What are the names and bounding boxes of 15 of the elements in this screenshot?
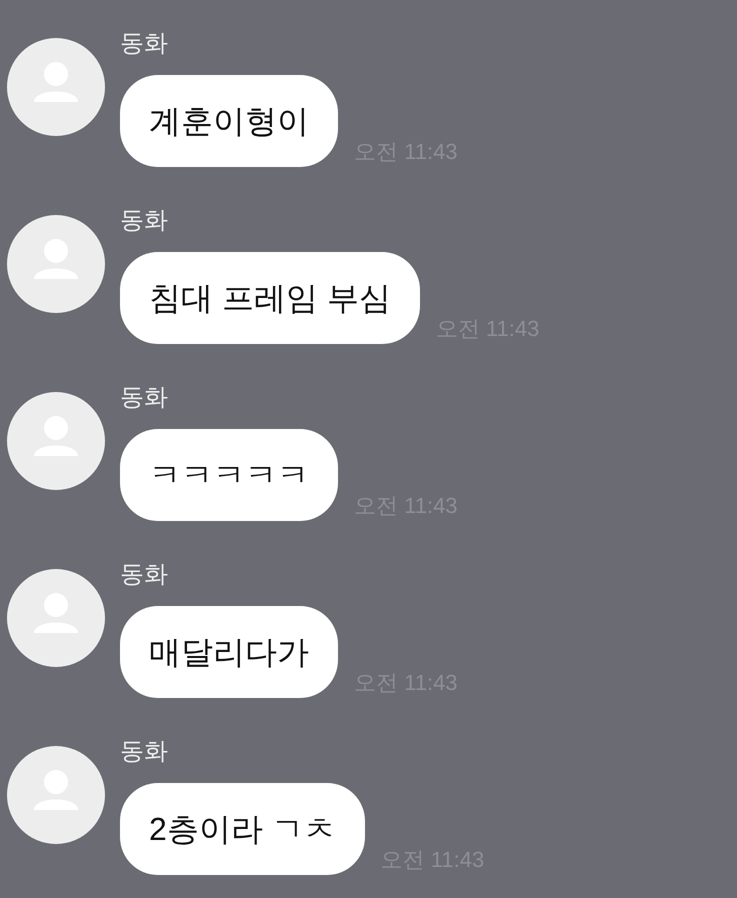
message-bubble: 계훈이형이 — [120, 75, 338, 167]
avatar-icon — [7, 215, 105, 313]
sender-name: 동화 — [120, 737, 168, 767]
message-bubble: 매달리다가 — [120, 606, 338, 698]
sender-name: 동화 — [120, 560, 168, 590]
message-bubble: 침대 프레임 부심 — [120, 252, 420, 344]
sender-name: 동화 — [120, 383, 168, 413]
sender-name: 동화 — [120, 206, 168, 236]
avatar-icon — [7, 38, 105, 136]
message-bubble: ㅋㅋㅋㅋㅋ — [120, 429, 338, 521]
avatar-icon — [7, 746, 105, 844]
avatar-icon — [7, 569, 105, 667]
sender-name: 동화 — [120, 29, 168, 59]
avatar-icon — [7, 392, 105, 490]
message-bubble: 2층이라 ㄱㅊ — [120, 783, 365, 875]
